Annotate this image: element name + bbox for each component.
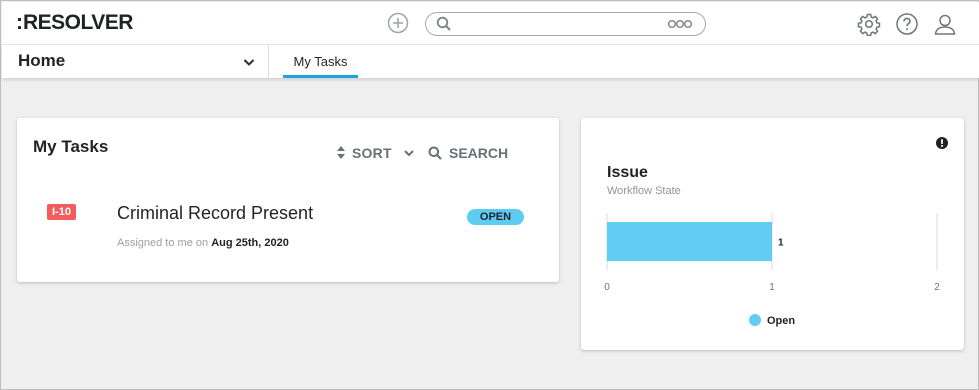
legend-label: Open <box>767 315 795 327</box>
x-tick-label: 2 <box>934 282 940 293</box>
app-window: :RESOLVER Home My Tasks My Tasks SORT SE… <box>0 0 979 390</box>
search-icon <box>428 146 442 160</box>
bar <box>607 222 772 261</box>
home-dropdown[interactable]: Home <box>2 45 269 78</box>
task-id-badge: I-10 <box>47 204 76 220</box>
tab-active-indicator <box>283 75 358 78</box>
home-label: Home <box>18 51 66 70</box>
nav-bar: Home My Tasks <box>2 45 979 78</box>
status-badge: OPEN <box>467 209 524 225</box>
help-icon[interactable] <box>895 12 919 36</box>
sort-label: SORT <box>352 145 392 161</box>
search-label: SEARCH <box>449 145 509 161</box>
global-search[interactable] <box>425 12 706 36</box>
tab-label: My Tasks <box>293 54 348 69</box>
tab-my-tasks[interactable]: My Tasks <box>283 45 358 78</box>
bar-data-label: 1 <box>778 238 784 249</box>
sort-icon <box>337 146 345 159</box>
more-options-icon[interactable] <box>667 19 693 29</box>
legend-swatch <box>749 314 761 326</box>
issue-chart-card: Issue Workflow State 0 1 2 1 Open <box>581 118 964 350</box>
task-meta-prefix: Assigned to me on <box>117 237 209 249</box>
search-icon <box>436 16 451 31</box>
card-title: My Tasks <box>33 137 109 156</box>
user-icon[interactable] <box>933 12 957 36</box>
x-tick-label: 0 <box>604 282 610 293</box>
resolver-logo[interactable]: :RESOLVER <box>16 11 133 35</box>
task-date: Aug 25th, 2020 <box>211 237 289 249</box>
task-row[interactable]: I-10 Criminal Record Present Assigned to… <box>17 193 559 263</box>
add-icon[interactable] <box>387 12 409 34</box>
task-assignment: Assigned to me on Aug 25th, 2020 <box>117 237 289 249</box>
top-bar: :RESOLVER <box>2 2 979 45</box>
x-tick-label: 1 <box>769 282 775 293</box>
search-input[interactable] <box>458 15 658 33</box>
task-name[interactable]: Criminal Record Present <box>117 203 313 224</box>
gear-icon[interactable] <box>857 12 881 36</box>
chevron-down-icon <box>243 59 255 66</box>
workflow-state-chart: 0 1 2 1 Open <box>604 213 940 327</box>
my-tasks-card: My Tasks SORT SEARCH I-10 Criminal Recor… <box>17 118 559 282</box>
sort-direction-chevron-icon[interactable] <box>403 147 415 159</box>
